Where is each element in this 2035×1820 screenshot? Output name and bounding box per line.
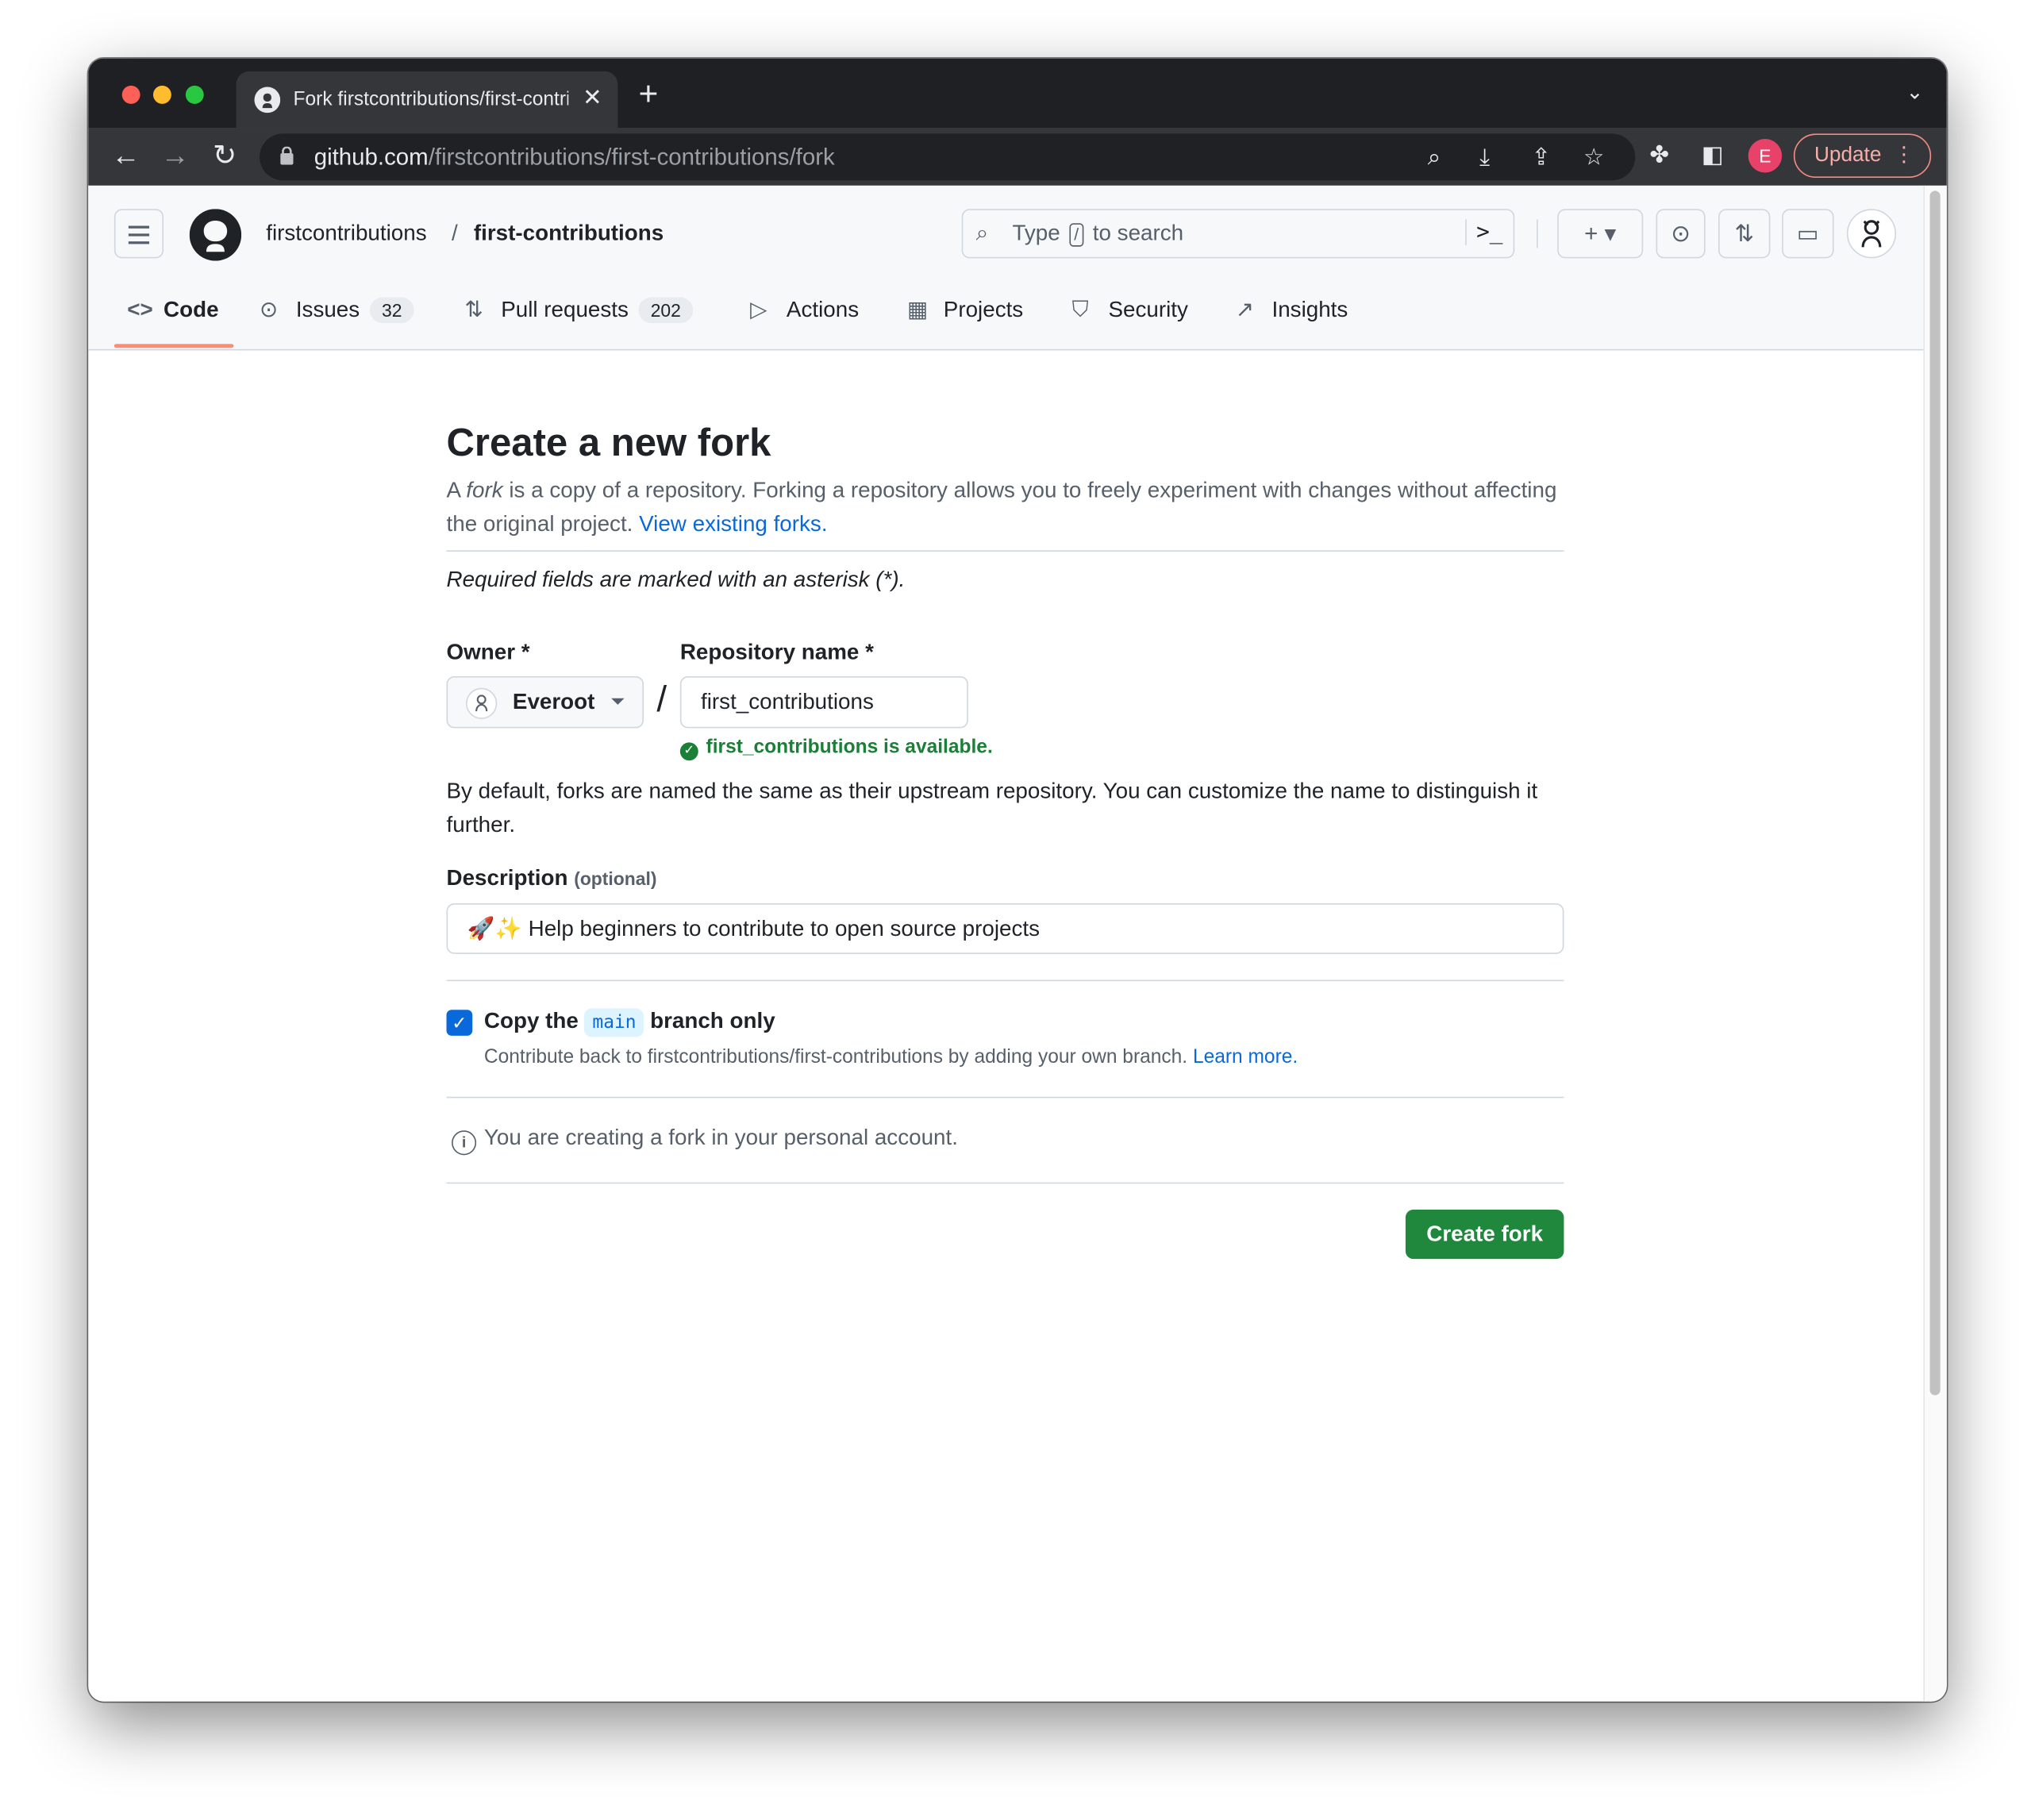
owner-avatar: [466, 687, 498, 719]
zoom-search-icon[interactable]: ⌕: [1428, 144, 1441, 171]
owner-repo-separator: /: [656, 679, 667, 719]
copy-main-branch-checkbox[interactable]: ✓: [446, 1010, 473, 1036]
github-header: firstcontributions / first-contributions…: [88, 185, 1924, 351]
zoom-window-button[interactable]: [185, 85, 204, 104]
divider: [446, 1182, 1564, 1184]
graph-icon: ↗: [1235, 297, 1255, 322]
scrollbar-thumb[interactable]: [1929, 190, 1941, 1395]
page-title: Create a new fork: [446, 421, 771, 465]
browser-window: Fork firstcontributions/first-contributi…: [88, 58, 1947, 1702]
view-existing-forks-link[interactable]: View existing forks.: [639, 511, 827, 536]
tab-actions[interactable]: ▷ Actions: [750, 297, 859, 323]
address-bar[interactable]: github.com/firstcontributions/first-cont…: [260, 133, 1636, 181]
divider: [446, 550, 1564, 552]
side-panel-icon[interactable]: ◧: [1702, 141, 1724, 168]
caret-down-icon: [611, 698, 625, 705]
github-favicon-icon: [254, 87, 281, 114]
share-icon[interactable]: ⇪: [1532, 144, 1552, 171]
breadcrumb-repo[interactable]: first-contributions: [474, 221, 664, 247]
extensions-puzzle-icon[interactable]: ✤: [1649, 141, 1669, 168]
close-tab-icon[interactable]: ✕: [583, 84, 602, 111]
owner-select[interactable]: Everoot: [446, 675, 644, 729]
bookmark-star-icon[interactable]: ☆: [1583, 144, 1604, 171]
breadcrumb-separator: /: [452, 220, 458, 246]
search-input[interactable]: ⌕ Type / to search >_: [961, 209, 1515, 259]
issues-count: 32: [370, 297, 414, 324]
update-button[interactable]: Update ⋮: [1793, 133, 1932, 179]
forward-arrow-icon[interactable]: →: [161, 139, 190, 173]
repository-name-input[interactable]: first_contributions: [679, 675, 968, 729]
naming-help-text: By default, forks are named the same as …: [446, 779, 1538, 837]
copy-branch-label[interactable]: Copy the main branch only: [484, 1008, 775, 1037]
description-label: Description (optional): [446, 865, 657, 891]
availability-message: ✓ first_contributions is available.: [679, 736, 993, 761]
divider: [446, 1096, 1564, 1099]
profile-avatar[interactable]: E: [1748, 138, 1783, 173]
divider: [446, 979, 1564, 982]
reload-icon[interactable]: ↻: [213, 139, 237, 173]
play-icon: ▷: [750, 297, 767, 322]
account-info: i You are creating a fork in your persona…: [452, 1125, 958, 1156]
tab-title: Fork firstcontributions/first-contributi…: [293, 88, 569, 110]
branch-name: main: [584, 1008, 644, 1037]
browser-toolbar: ← → ↻ github.com/firstcontributions/firs…: [88, 128, 1947, 186]
fork-description: A fork is a copy of a repository. Forkin…: [446, 477, 1557, 537]
table-icon: ▦: [907, 297, 929, 322]
required-note: Required fields are marked with an aster…: [446, 567, 906, 592]
copy-branch-note: Contribute back to firstcontributions/fi…: [483, 1045, 1298, 1068]
page: Fork firstcontributions/first-contributi…: [0, 0, 2035, 1820]
close-window-button[interactable]: [121, 85, 140, 104]
pull-requests-count: 202: [638, 297, 693, 324]
title-bar: Fork firstcontributions/first-contributi…: [88, 58, 1947, 129]
more-menu-icon: ⋮: [1893, 144, 1914, 167]
breadcrumb-owner[interactable]: firstcontributions: [266, 221, 426, 247]
info-icon: i: [452, 1130, 477, 1156]
issues-icon[interactable]: ⊙: [1656, 209, 1706, 259]
tab-search-chevron-icon[interactable]: ⌄: [1906, 79, 1923, 106]
tab-code[interactable]: <> Code: [127, 297, 218, 323]
tab-pull-requests[interactable]: ⇅ Pull requests 202: [464, 297, 693, 324]
issue-opened-icon: ⊙: [260, 297, 279, 322]
scrollbar[interactable]: [1923, 185, 1947, 1702]
pull-requests-icon[interactable]: ⇅: [1718, 209, 1771, 259]
active-tab-indicator: [113, 344, 234, 348]
tab-security[interactable]: ⛉ Security: [1072, 297, 1188, 323]
create-fork-button[interactable]: Create fork: [1405, 1210, 1564, 1260]
create-new-button[interactable]: + ▾: [1557, 209, 1644, 259]
url-text: github.com/firstcontributions/first-cont…: [314, 144, 835, 171]
tab-issues[interactable]: ⊙ Issues 32: [260, 297, 414, 324]
github-logo-icon[interactable]: [189, 209, 242, 261]
git-pull-request-icon: ⇅: [464, 297, 483, 322]
inbox-icon[interactable]: ▭: [1782, 209, 1834, 259]
check-circle-icon: ✓: [679, 742, 698, 761]
minimize-window-button[interactable]: [152, 85, 171, 104]
owner-label: Owner *: [446, 640, 530, 665]
browser-tab[interactable]: Fork firstcontributions/first-contributi…: [236, 71, 618, 129]
install-app-icon[interactable]: ⤓: [1479, 144, 1490, 171]
tab-projects[interactable]: ▦ Projects: [907, 297, 1023, 323]
repo-name-label: Repository name *: [679, 640, 874, 665]
header-divider: [1537, 219, 1538, 248]
learn-more-link[interactable]: Learn more.: [1193, 1046, 1298, 1068]
lock-icon: [280, 146, 294, 165]
user-avatar[interactable]: [1846, 209, 1897, 259]
description-input[interactable]: 🚀✨ Help beginners to contribute to open …: [446, 903, 1564, 954]
new-tab-icon[interactable]: +: [639, 76, 659, 110]
menu-button[interactable]: [113, 209, 164, 259]
back-arrow-icon[interactable]: ←: [112, 139, 140, 173]
search-placeholder: Type / to search: [1012, 220, 1184, 247]
shield-icon: ⛉: [1071, 297, 1089, 322]
search-icon: ⌕: [975, 220, 989, 246]
tab-insights[interactable]: ↗ Insights: [1236, 297, 1348, 323]
command-palette-icon[interactable]: >_: [1464, 219, 1503, 246]
owner-value: Everoot: [512, 689, 595, 714]
update-label: Update: [1814, 144, 1882, 167]
code-icon: <>: [127, 297, 153, 322]
